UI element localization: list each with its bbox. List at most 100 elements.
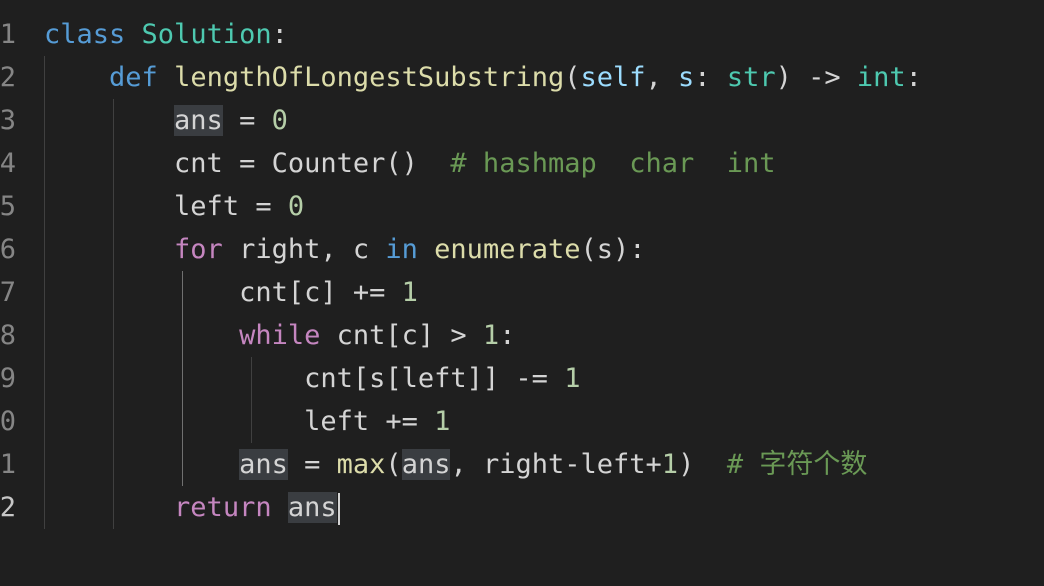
code-token: self <box>580 62 646 93</box>
line-number: 2 <box>0 62 16 93</box>
code-text[interactable]: left = 0 <box>44 185 304 228</box>
code-token: s <box>678 62 695 93</box>
code-token: 1 <box>401 277 418 308</box>
code-token: lengthOfLongestSubstring <box>174 62 565 93</box>
code-line[interactable]: 9 cnt[s[left]] -= 1 <box>0 357 1044 400</box>
code-line[interactable]: 4 cnt = Counter() # hashmap char int <box>0 142 1044 185</box>
code-token: Counter <box>271 148 386 179</box>
code-token: 1 <box>661 449 679 480</box>
code-token: = <box>287 449 337 480</box>
code-text[interactable]: cnt[s[left]] -= 1 <box>44 357 580 400</box>
code-token: max <box>336 449 386 480</box>
code-token: ( <box>385 449 402 480</box>
code-token: : <box>905 62 922 93</box>
code-token: 1 <box>434 406 451 437</box>
code-token: () <box>385 148 451 179</box>
code-token: ) -> <box>775 62 857 93</box>
code-token: # hashmap char int <box>450 148 776 179</box>
code-token: : <box>694 62 727 93</box>
code-token: : <box>499 320 516 351</box>
code-token: str <box>726 62 776 93</box>
line-number: 2 <box>0 492 16 523</box>
line-number: 0 <box>0 406 16 437</box>
code-token: left += <box>304 406 435 437</box>
code-text[interactable]: while cnt[c] > 1: <box>44 314 515 357</box>
code-line[interactable]: 5 left = 0 <box>0 185 1044 228</box>
code-text[interactable]: cnt[c] += 1 <box>44 271 418 314</box>
code-text[interactable]: left += 1 <box>44 400 450 443</box>
code-token: ans <box>174 105 223 136</box>
line-number: 9 <box>0 363 16 394</box>
code-token: = <box>222 105 272 136</box>
line-number: 6 <box>0 234 16 265</box>
code-token: for <box>174 234 223 265</box>
code-text[interactable]: for right, c in enumerate(s): <box>44 228 646 271</box>
code-line[interactable]: 8 while cnt[c] > 1: <box>0 314 1044 357</box>
line-number: 1 <box>0 19 16 50</box>
code-line[interactable]: 1 class Solution: <box>0 13 1044 56</box>
code-token: : <box>271 19 288 50</box>
code-text[interactable]: def lengthOfLongestSubstring(self, s: st… <box>44 56 922 99</box>
code-token: , <box>645 62 679 93</box>
code-token: enumerate <box>434 234 581 265</box>
code-line[interactable]: 7 cnt[c] += 1 <box>0 271 1044 314</box>
code-text[interactable]: ans = max(ans, right-left+1) # 字符个数 <box>44 443 867 486</box>
code-line[interactable]: 0 left += 1 <box>0 400 1044 443</box>
code-token: ans <box>401 449 451 480</box>
code-token: in <box>385 234 418 265</box>
code-token: # 字符个数 <box>726 449 868 480</box>
code-token: ) <box>678 449 727 480</box>
code-line[interactable]: 2 def lengthOfLongestSubstring(self, s: … <box>0 56 1044 99</box>
text-cursor <box>337 492 340 525</box>
code-token: left = <box>174 191 288 222</box>
code-token: 0 <box>287 191 305 222</box>
code-token: Solution <box>141 19 272 50</box>
line-number: 1 <box>0 449 16 480</box>
code-line[interactable]: 2 return ans <box>0 486 1044 529</box>
code-text[interactable]: cnt = Counter() # hashmap char int <box>44 142 776 185</box>
code-line[interactable]: 6 for right, c in enumerate(s): <box>0 228 1044 271</box>
line-number: 5 <box>0 191 16 222</box>
code-token: 0 <box>271 105 288 136</box>
code-line[interactable]: 3 ans = 0 <box>0 99 1044 142</box>
code-token: cnt[s[left]] -= <box>304 363 565 394</box>
code-text[interactable]: return ans <box>44 486 340 529</box>
line-number: 7 <box>0 277 16 308</box>
line-number: 3 <box>0 105 16 136</box>
code-editor[interactable]: 1 class Solution: 2 def lengthOfLongestSub… <box>0 0 1044 586</box>
code-text[interactable]: class Solution: <box>44 13 288 56</box>
code-token: class <box>44 19 126 50</box>
code-token: right, c <box>222 234 386 265</box>
code-token: ans <box>239 449 288 480</box>
code-line[interactable]: 1 ans = max(ans, right-left+1) # 字符个数 <box>0 443 1044 486</box>
code-token: (s): <box>580 234 646 265</box>
code-token: def <box>109 62 158 93</box>
code-token: cnt[c] > <box>320 320 483 351</box>
code-token: 1 <box>564 363 581 394</box>
code-token: cnt[c] += <box>239 277 402 308</box>
code-token: 1 <box>482 320 500 351</box>
line-number: 4 <box>0 148 16 179</box>
code-text[interactable]: ans = 0 <box>44 99 288 142</box>
code-token: return <box>174 492 272 523</box>
code-token: cnt = <box>174 148 272 179</box>
code-token: , right-left+ <box>450 449 662 480</box>
code-token: ans <box>287 492 337 523</box>
code-token: ( <box>564 62 581 93</box>
code-token: while <box>239 320 321 351</box>
line-number: 8 <box>0 320 16 351</box>
